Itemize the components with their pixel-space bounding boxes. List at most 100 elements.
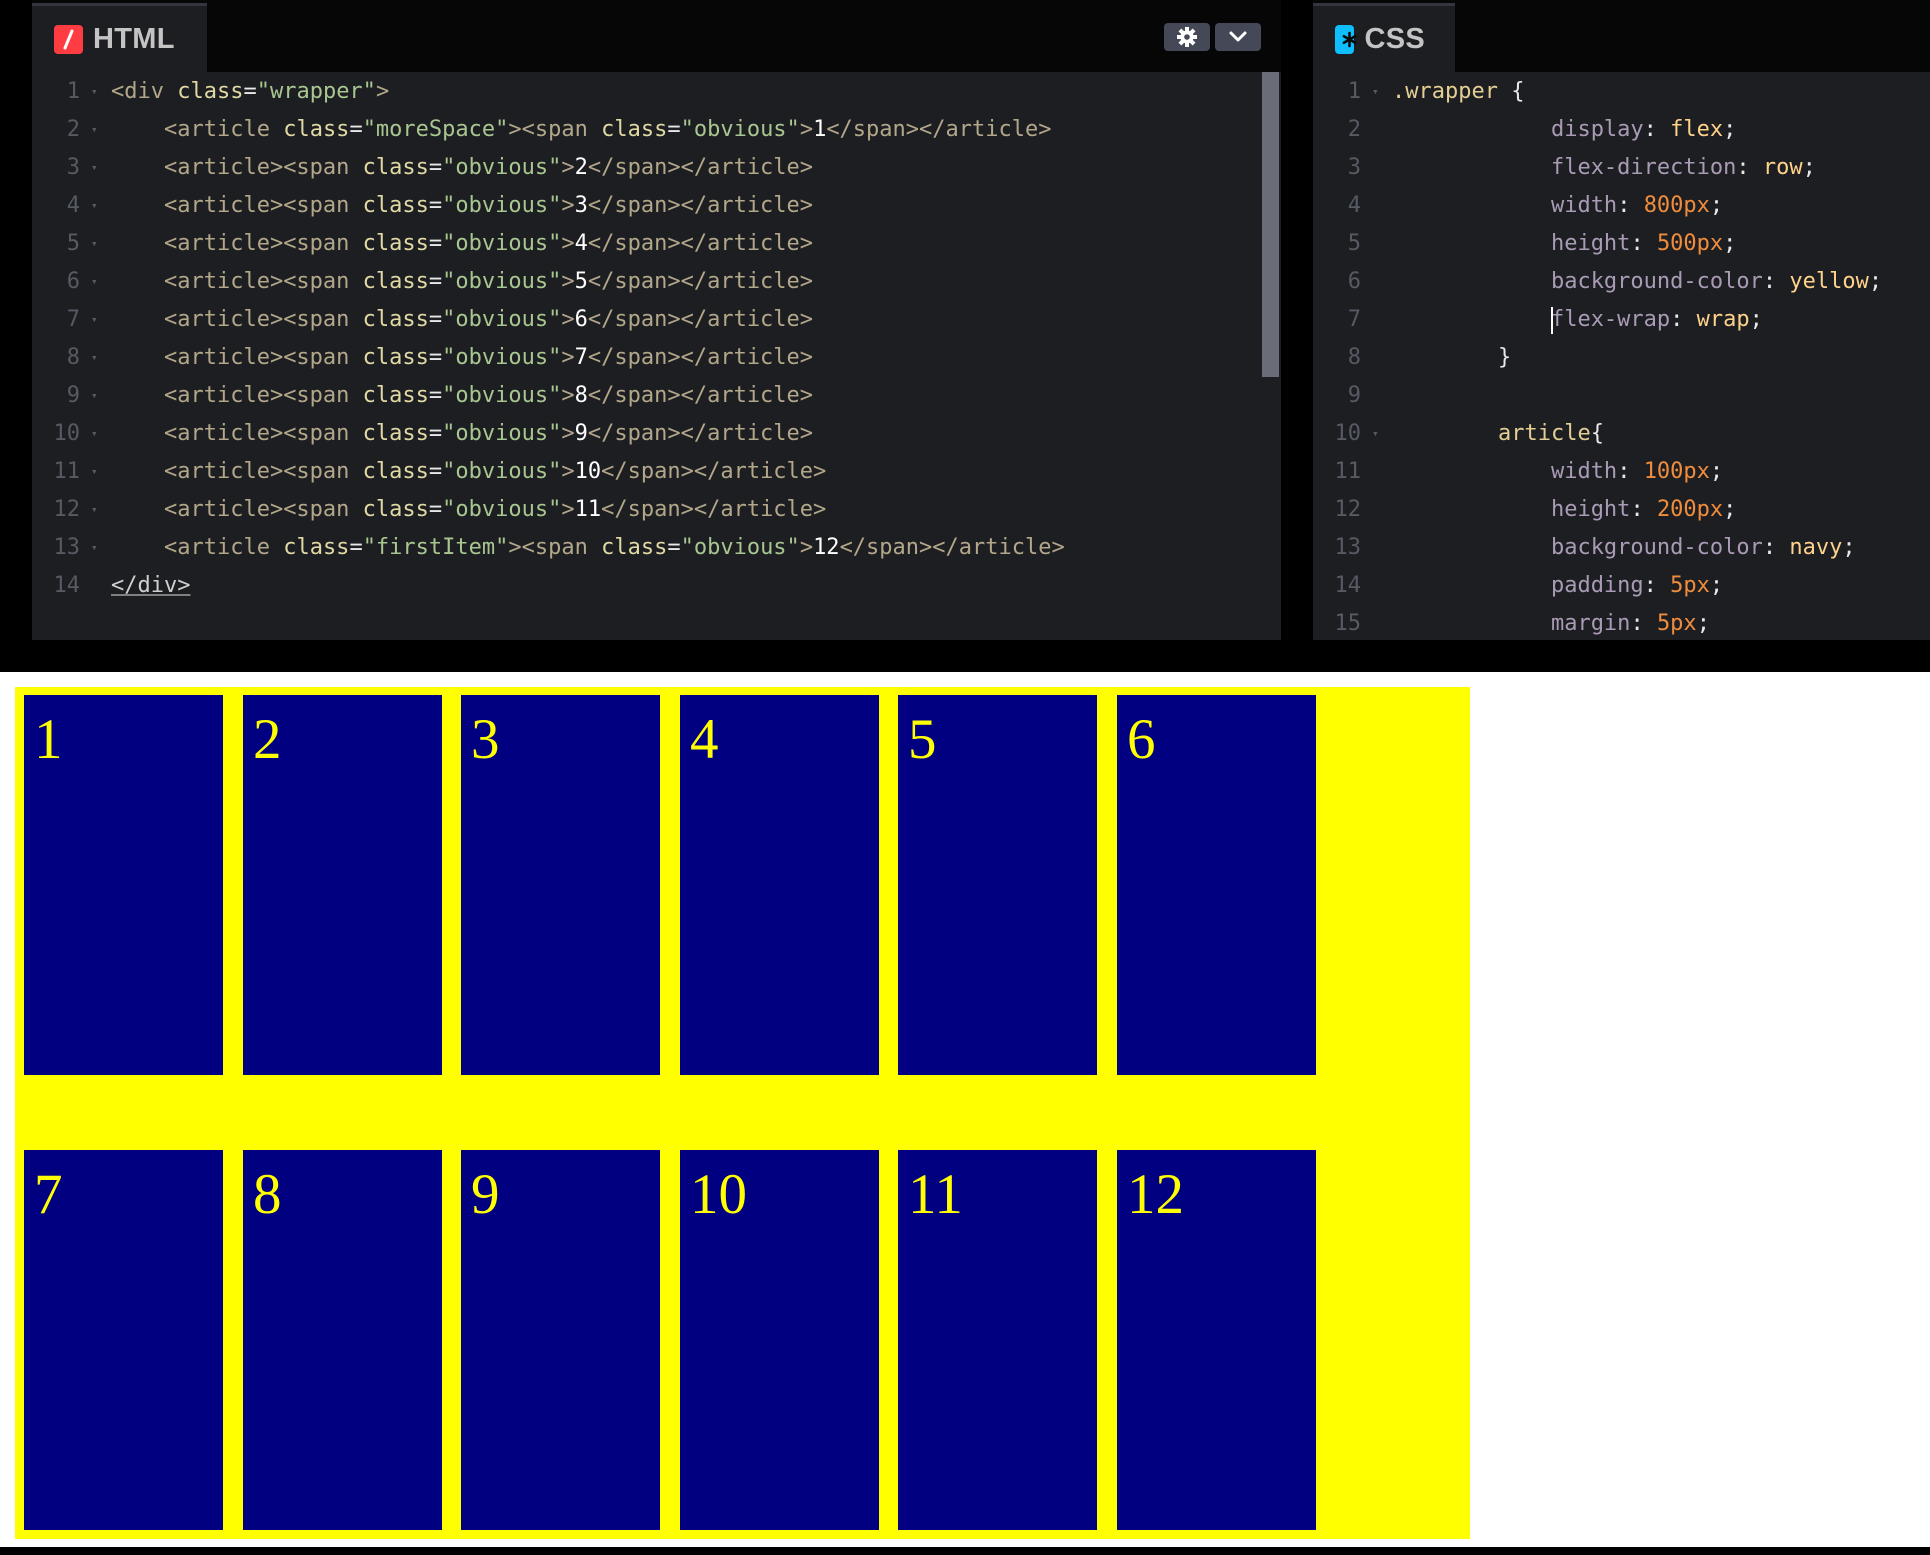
code-line[interactable]: 10 ▾ article{ [1313,415,1930,453]
code-token: <article><span [163,459,363,484]
code-line[interactable]: 10 ▾ <article><span class="obvious">9</sp… [32,415,1281,453]
code-token: : [1643,573,1671,598]
code-line[interactable]: 3 flex-direction: row; [1313,149,1930,187]
code-token: > [561,231,575,256]
fold-arrow-icon[interactable]: ▾ [91,263,98,301]
code-token: 5px [1670,573,1710,598]
fold-arrow-icon[interactable]: ▾ [91,529,98,567]
code-text: } [1392,339,1511,377]
code-token: 6 [574,307,588,332]
code-token: <article [163,535,284,560]
code-token: row [1762,155,1803,180]
code-token: "wrapper" [256,79,376,104]
code-line[interactable]: 2 display: flex; [1313,111,1930,149]
code-line[interactable]: 11 width: 100px; [1313,453,1930,491]
collapse-button[interactable] [1215,23,1261,51]
code-line[interactable]: 14 padding: 5px; [1313,567,1930,605]
code-line[interactable]: 2 ▾ <article class="moreSpace"><span clas… [32,111,1281,149]
code-token: height [1550,231,1631,256]
code-line[interactable]: 9 [1313,377,1930,415]
article-number: 9 [471,1163,500,1226]
code-token: : [1762,269,1790,294]
code-token: = [428,383,443,408]
code-token: </span></article> [587,231,814,256]
code-token: "obvious" [442,383,562,408]
code-line[interactable]: 8 } [1313,339,1930,377]
code-line[interactable]: 13 ▾ <article class="firstItem"><span cla… [32,529,1281,567]
code-line[interactable]: 5 ▾ <article><span class="obvious">4</spa… [32,225,1281,263]
fold-arrow-icon[interactable]: ▾ [91,491,98,529]
code-token: yellow [1789,269,1869,294]
code-line[interactable]: 7 flex-wrap: wrap; [1313,301,1930,339]
code-token: flex-direction [1550,155,1737,180]
code-line[interactable]: 7 ▾ <article><span class="obvious">6</spa… [32,301,1281,339]
fold-arrow-icon[interactable]: ▾ [91,415,98,453]
code-token: 12 [813,535,840,560]
code-text: width: 800px; [1392,187,1723,225]
fold-arrow-icon[interactable]: ▾ [91,187,98,225]
code-token: background-color [1550,535,1763,560]
fold-arrow-icon[interactable]: ▾ [1372,415,1379,453]
code-token: class [362,231,429,256]
code-line[interactable]: 3 ▾ <article><span class="obvious">2</spa… [32,149,1281,187]
code-text: </div> [111,567,190,605]
code-line[interactable]: 9 ▾ <article><span class="obvious">8</spa… [32,377,1281,415]
code-token: <article><span [163,155,363,180]
tab-html[interactable]: HTML [32,3,207,72]
code-text: background-color: yellow; [1392,263,1882,301]
result-preview: 1 2 3 4 5 6 7 8 9 10 11 12 [0,672,1930,1555]
html-code-editor[interactable]: 1 ▾ <div class="wrapper"> 2 ▾ <article class… [32,72,1281,640]
code-token: width [1550,193,1618,218]
fold-arrow-icon[interactable]: ▾ [91,225,98,263]
line-number: 2 [1347,117,1361,142]
code-line[interactable]: 12 height: 200px; [1313,491,1930,529]
article-number: 5 [908,708,937,771]
html-editor-scrollbar[interactable] [1262,72,1279,377]
code-line[interactable]: 8 ▾ <article><span class="obvious">7</spa… [32,339,1281,377]
code-line[interactable]: 6 background-color: yellow; [1313,263,1930,301]
code-token: 4 [574,231,588,256]
code-token: "obvious" [442,307,562,332]
code-token: ; [1802,155,1816,180]
fold-arrow-icon[interactable]: ▾ [91,339,98,377]
settings-button[interactable] [1164,23,1210,51]
code-token: : [1670,307,1697,332]
code-token: ; [1723,231,1737,256]
css-code-editor[interactable]: 1 ▾ .wrapper {2 display: flex; 3 flex-direc… [1313,72,1930,640]
fold-arrow-icon[interactable]: ▾ [91,377,98,415]
code-text: <article><span class="obvious">4</span><… [111,225,813,263]
code-token: class [362,193,429,218]
code-token: ; [1723,117,1737,142]
code-text: flex-wrap: wrap; [1392,301,1763,339]
code-line[interactable]: 1 ▾ .wrapper { [1313,73,1930,111]
code-line[interactable]: 5 height: 500px; [1313,225,1930,263]
code-line[interactable]: 1 ▾ <div class="wrapper"> [32,73,1281,111]
code-token: "obvious" [442,459,562,484]
article-number: 11 [908,1163,963,1226]
code-token: "obvious" [442,269,562,294]
code-line[interactable]: 4 ▾ <article><span class="obvious">3</spa… [32,187,1281,225]
code-token: = [428,231,443,256]
code-line[interactable]: 14 </div> [32,567,1281,605]
fold-arrow-icon[interactable]: ▾ [1372,73,1379,111]
fold-arrow-icon[interactable]: ▾ [91,73,98,111]
fold-arrow-icon[interactable]: ▾ [91,111,98,149]
code-line[interactable]: 13 background-color: navy; [1313,529,1930,567]
code-text: <article><span class="obvious">2</span><… [111,149,813,187]
tab-css[interactable]: CSS [1313,3,1455,72]
code-line[interactable]: 15 margin: 5px; [1313,605,1930,640]
fold-arrow-icon[interactable]: ▾ [91,301,98,339]
fold-arrow-icon[interactable]: ▾ [91,453,98,491]
code-line[interactable]: 6 ▾ <article><span class="obvious">5</spa… [32,263,1281,301]
code-line[interactable]: 4 width: 800px; [1313,187,1930,225]
code-line[interactable]: 12 ▾ <article><span class="obvious">11</s… [32,491,1281,529]
code-token: .wrapper [1392,79,1512,104]
fold-arrow-icon[interactable]: ▾ [91,149,98,187]
code-line[interactable]: 11 ▾ <article><span class="obvious">10</s… [32,453,1281,491]
